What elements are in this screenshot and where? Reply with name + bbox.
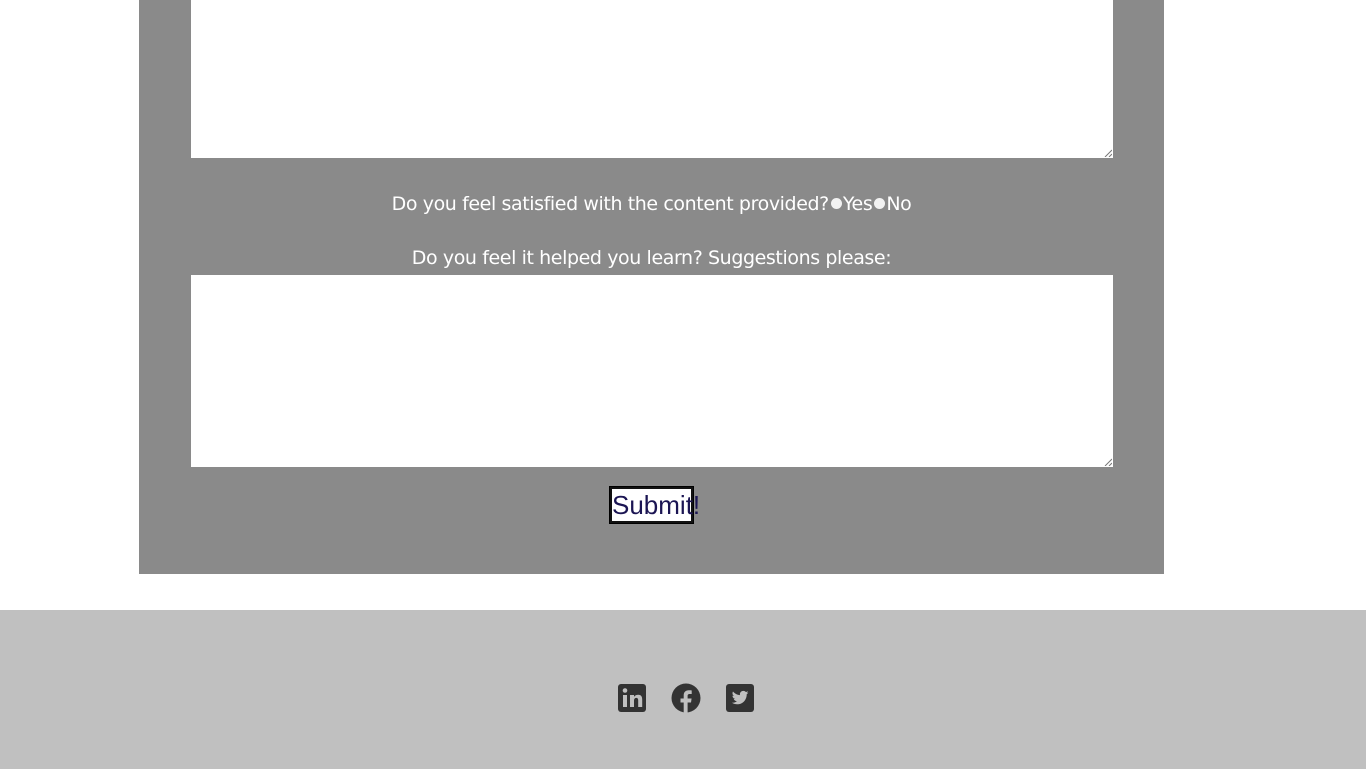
twitter-icon[interactable]: [725, 681, 755, 715]
satisfaction-question-label: Do you feel satisfied with the content p…: [391, 193, 830, 215]
resize-grip-icon[interactable]: [1104, 149, 1112, 157]
facebook-icon[interactable]: [671, 681, 701, 715]
radio-no-label: No: [886, 193, 912, 215]
social-links: [617, 681, 755, 715]
feedback-form-panel: Do you feel satisfied with the content p…: [139, 0, 1164, 574]
linkedin-icon[interactable]: [617, 681, 647, 715]
resize-grip-icon[interactable]: [1104, 458, 1112, 466]
radio-yes-label: Yes: [842, 193, 873, 215]
submit-button[interactable]: Submit!: [609, 486, 700, 524]
suggestions-textarea[interactable]: [191, 275, 1113, 467]
footer: [0, 610, 1366, 769]
radio-yes[interactable]: [830, 197, 842, 209]
previous-textarea[interactable]: [191, 0, 1113, 158]
radio-no[interactable]: [874, 197, 886, 209]
learn-question-label: Do you feel it helped you learn? Suggest…: [411, 247, 892, 269]
satisfaction-question-row: Do you feel satisfied with the content p…: [139, 193, 1164, 215]
